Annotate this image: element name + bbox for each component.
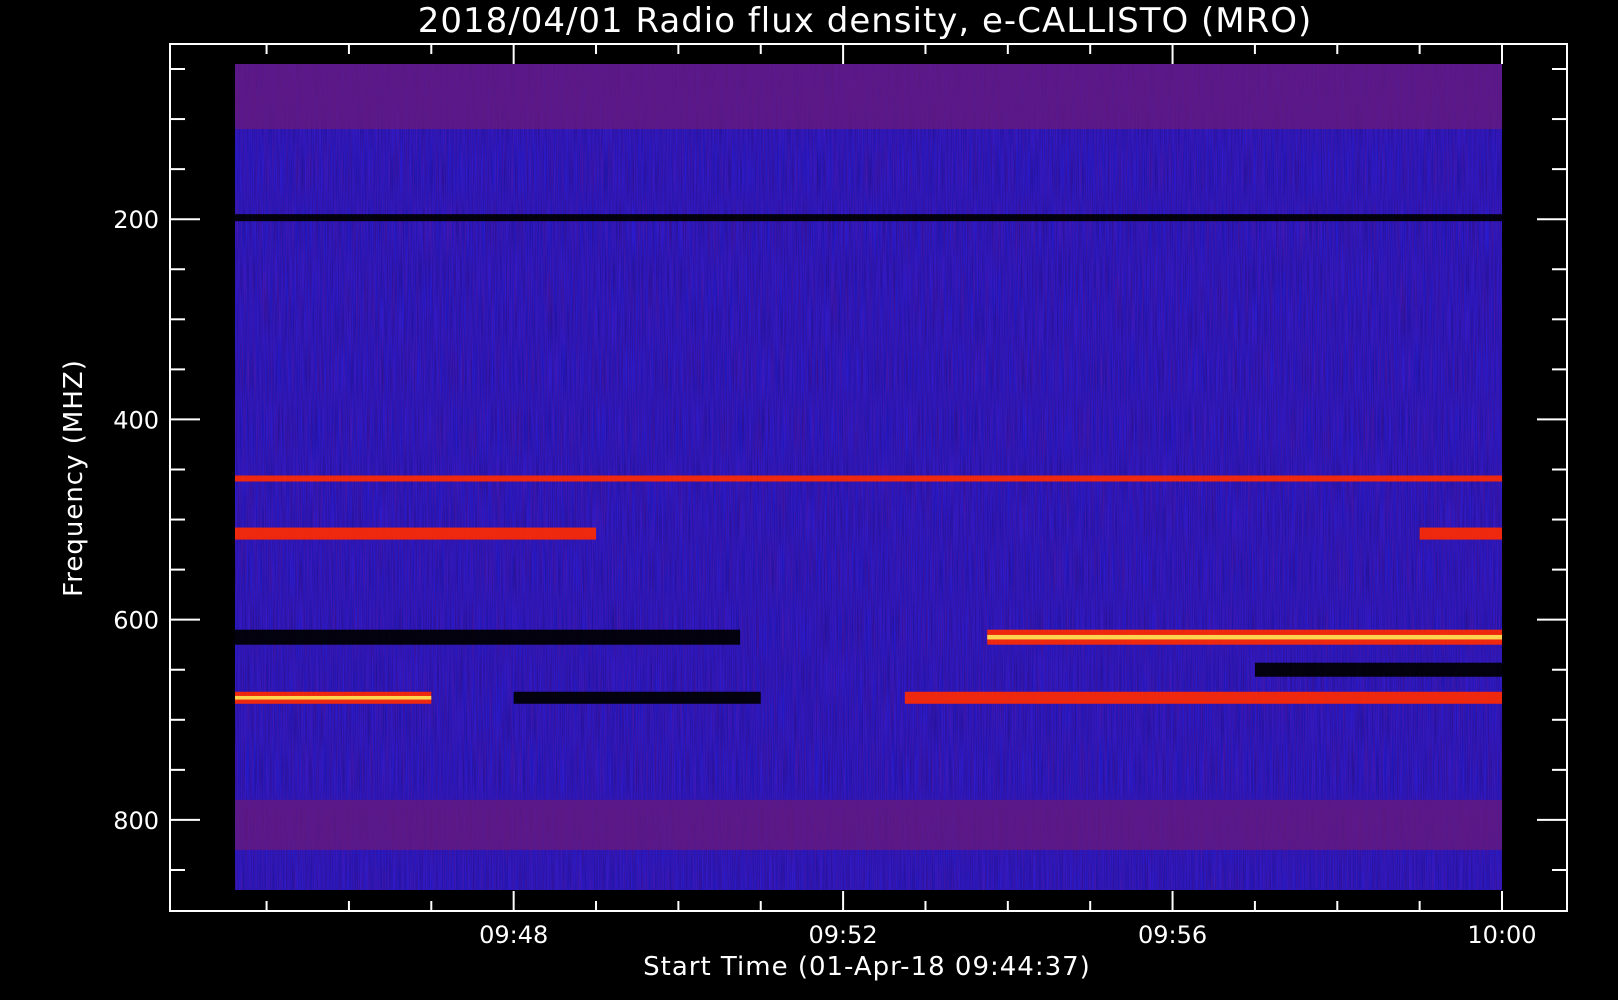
spectrogram-chart: 2018/04/01 Radio flux density, e-CALLIST…	[59, 1, 1568, 982]
x-tick-label: 09:48	[479, 921, 548, 949]
spectrogram-band	[235, 64, 1502, 130]
chart-title: 2018/04/01 Radio flux density, e-CALLIST…	[418, 1, 1313, 41]
y-tick-label: 600	[113, 607, 159, 635]
spectrogram-band	[1419, 527, 1502, 540]
spectrogram-band	[235, 527, 597, 540]
y-tick-label: 800	[113, 807, 159, 835]
spectrogram-band	[235, 799, 1502, 850]
x-tick-label: 09:56	[1138, 921, 1207, 949]
spectrogram-band	[235, 214, 1502, 222]
x-tick-label: 09:52	[809, 921, 878, 949]
spectrogram-band-peak	[987, 634, 1502, 640]
spectrogram-band-peak	[235, 695, 432, 700]
spectrogram-band	[235, 629, 741, 645]
spectrogram-band	[513, 691, 761, 704]
x-tick-label: 10:00	[1467, 921, 1536, 949]
y-axis-label: Frequency (MHZ)	[59, 359, 89, 597]
y-tick-label: 400	[113, 406, 159, 434]
spectrogram-band	[235, 475, 1502, 482]
spectrogram-plot-area	[235, 64, 1502, 890]
spectrogram-band	[904, 691, 1502, 704]
x-axis-label: Start Time (01-Apr-18 09:44:37)	[643, 952, 1091, 982]
y-tick-label: 200	[113, 206, 159, 234]
spectrogram-band	[1254, 662, 1502, 677]
